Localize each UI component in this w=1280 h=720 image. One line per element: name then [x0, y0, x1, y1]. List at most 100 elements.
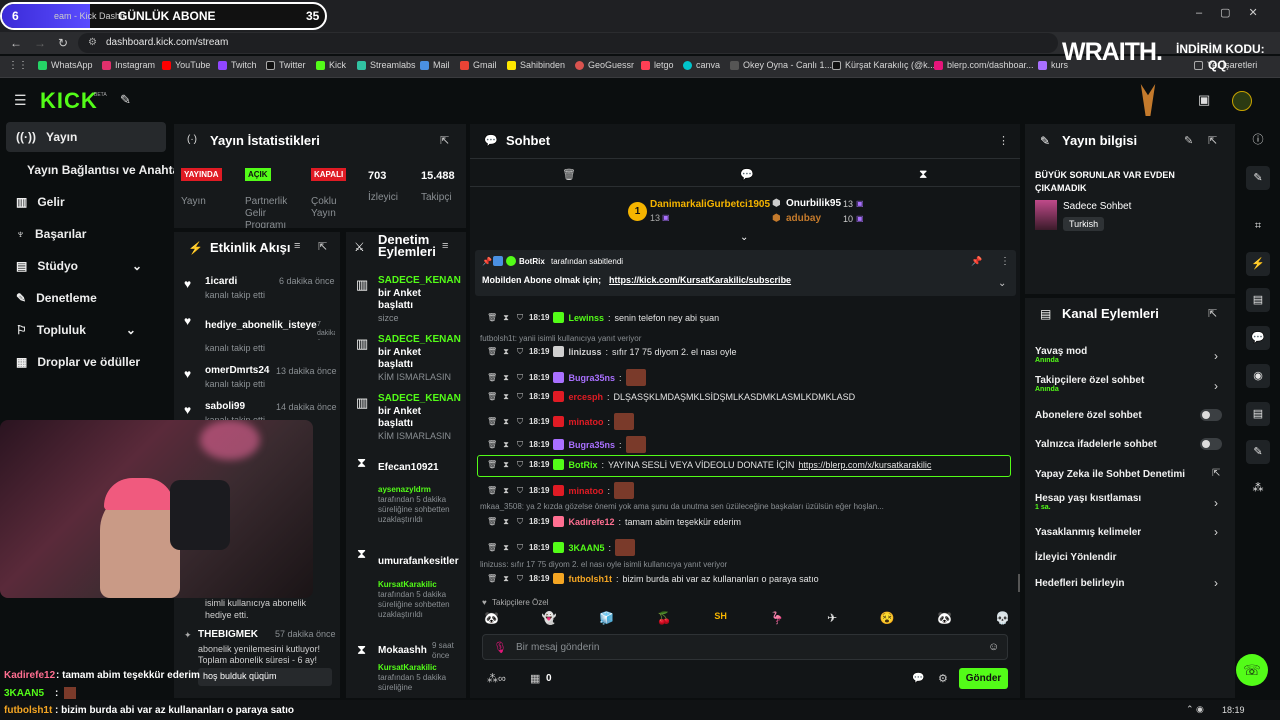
- store-icon[interactable]: ▦: [530, 672, 540, 685]
- message-user[interactable]: minatoo: [568, 486, 603, 496]
- raid-item[interactable]: İzleyici Yönlendir: [1035, 552, 1117, 563]
- emote-panda-icon[interactable]: 🐼: [484, 611, 499, 629]
- document-icon[interactable]: ▤: [1246, 288, 1270, 312]
- message-user[interactable]: linizuss: [568, 347, 601, 357]
- mod-user[interactable]: Mokaashh: [378, 645, 427, 656]
- mod-actor[interactable]: aysenazyldrm: [378, 485, 431, 494]
- crop-icon[interactable]: ⌗: [1246, 214, 1270, 238]
- goals-item[interactable]: Hedefleri belirleyin: [1035, 578, 1124, 589]
- mod-user[interactable]: umurafankesitler: [378, 556, 459, 567]
- user-avatar[interactable]: [1232, 91, 1252, 111]
- delete-icon[interactable]: 🗑: [487, 543, 497, 553]
- nav-item-studio[interactable]: ▤ Stüdyo ⌄: [16, 259, 142, 273]
- timeout-icon[interactable]: ⧗: [501, 574, 511, 584]
- timeout-icon[interactable]: ⧗: [501, 517, 511, 527]
- wrench-icon[interactable]: ✎: [1246, 440, 1270, 464]
- pinned-by-user[interactable]: BotRix: [519, 257, 545, 266]
- message-user[interactable]: Lewinss: [568, 313, 604, 323]
- feed-user[interactable]: 1icardi: [205, 276, 237, 287]
- emote-cube-icon[interactable]: 🧊: [599, 611, 614, 629]
- nav-item-stream[interactable]: ((·)) Yayın: [16, 130, 77, 144]
- emote-skull-icon[interactable]: 💀: [995, 611, 1010, 629]
- mod-user[interactable]: SADECE_KENAN: [378, 275, 461, 286]
- bookmark-letgo[interactable]: letgo: [641, 60, 674, 70]
- slow-mode-item[interactable]: Yavaş mod Anında: [1035, 346, 1087, 364]
- actions-icon[interactable]: ▤: [1246, 402, 1270, 426]
- feed-user[interactable]: THEBIGMEK: [198, 629, 258, 640]
- delete-icon[interactable]: 🗑: [487, 347, 497, 357]
- emote-sh-icon[interactable]: SH: [714, 611, 727, 629]
- message-user[interactable]: BotRix: [568, 460, 597, 470]
- bookmark-mail[interactable]: Mail: [420, 60, 450, 70]
- bookmark-blerp[interactable]: blerp.com/dashboar...: [934, 60, 1034, 70]
- feed-user[interactable]: omerDmrts24: [205, 365, 269, 376]
- delete-icon[interactable]: 🗑: [487, 417, 497, 427]
- message-link[interactable]: https://blerp.com/x/kursatkarakilic: [798, 460, 931, 470]
- timeout-icon[interactable]: ⧗: [501, 313, 511, 323]
- feed-user[interactable]: hediye_abonelik_isteyen: [205, 320, 317, 331]
- delete-icon[interactable]: 🗑: [487, 460, 497, 470]
- reload-icon[interactable]: ↻: [58, 36, 68, 50]
- bookmark-streamlabs[interactable]: Streamlabs: [357, 60, 416, 70]
- bookmark-whatsapp[interactable]: WhatsApp: [38, 60, 93, 70]
- nav-item-revenue[interactable]: ▥ Gelir: [16, 195, 65, 209]
- message-user[interactable]: futbolsh1t: [568, 574, 612, 584]
- timeout-icon[interactable]: ⧗: [501, 373, 511, 383]
- bookmark-instagram[interactable]: Instagram: [102, 60, 155, 70]
- pinned-link[interactable]: https://kick.com/KursatKarakilic/subscri…: [609, 275, 791, 285]
- message-user[interactable]: Bugra35ns: [568, 373, 615, 383]
- bolt-icon[interactable]: ⚡: [1246, 252, 1270, 276]
- message-user[interactable]: minatoo: [568, 417, 603, 427]
- timeout-icon[interactable]: ⧗: [501, 347, 511, 357]
- chevron-right-icon[interactable]: ›: [1214, 576, 1218, 590]
- url-field[interactable]: ⚙ dashboard.kick.com/stream: [78, 33, 1058, 53]
- chevron-right-icon[interactable]: ›: [1214, 496, 1218, 510]
- menu-icon[interactable]: ☰: [14, 92, 27, 109]
- external-link-icon[interactable]: ⇱: [1212, 468, 1220, 479]
- bookmark-tiktok[interactable]: Kürşat Karakılıç (@k...: [832, 60, 935, 70]
- popout-icon[interactable]: ⇱: [440, 134, 449, 147]
- bookmark-youtube[interactable]: YouTube: [162, 60, 210, 70]
- chevron-right-icon[interactable]: ›: [1214, 525, 1218, 539]
- bookmark-gmail[interactable]: Gmail: [460, 60, 497, 70]
- apps-icon[interactable]: ⋮⋮: [8, 60, 28, 71]
- mod-actor[interactable]: KursatKarakilic: [378, 663, 437, 672]
- mod-user[interactable]: SADECE_KENAN: [378, 393, 461, 404]
- nav-item-stream-key[interactable]: Yayın Bağlantısı ve Anahtarı: [27, 163, 187, 177]
- window-controls[interactable]: –▢✕: [1196, 6, 1276, 19]
- message-user[interactable]: Bugra35ns: [568, 440, 615, 450]
- gifter-name[interactable]: DanimarkaliGurbetci1905: [650, 199, 770, 210]
- chevron-right-icon[interactable]: ›: [1214, 349, 1218, 363]
- popout-icon[interactable]: ⇱: [1208, 134, 1217, 147]
- emote-ghost-icon[interactable]: 👻: [542, 611, 557, 629]
- delete-icon[interactable]: 🗑: [487, 517, 497, 527]
- emote-only-toggle[interactable]: [1200, 438, 1222, 450]
- emote-pink-icon[interactable]: 🦩: [770, 611, 785, 629]
- kick-logo[interactable]: KICK: [40, 88, 98, 114]
- delete-icon[interactable]: 🗑: [487, 392, 497, 402]
- more-icon[interactable]: ⋮: [1000, 256, 1010, 267]
- chat-settings-icon[interactable]: 💬: [912, 673, 924, 684]
- subscribers-only-toggle[interactable]: [1200, 409, 1222, 421]
- unpin-icon[interactable]: 📌: [971, 256, 982, 267]
- tools-icon[interactable]: ✎: [120, 92, 131, 108]
- chat-icon[interactable]: 💬: [1246, 326, 1270, 350]
- expand-icon[interactable]: ⌄: [740, 232, 748, 243]
- forward-icon[interactable]: →: [34, 36, 46, 50]
- pencil-icon[interactable]: ✎: [1246, 166, 1270, 190]
- bookmark-sahibinden[interactable]: Sahibinden: [507, 60, 565, 70]
- delete-icon[interactable]: 🗑: [487, 313, 497, 323]
- timeout-icon[interactable]: ⧗: [501, 392, 511, 402]
- more-icon[interactable]: ⋮: [998, 134, 1009, 147]
- popout-icon[interactable]: ⇱: [318, 240, 327, 253]
- bookmark-twitter[interactable]: Twitter: [266, 60, 306, 70]
- mod-user[interactable]: Efecan10921: [378, 462, 439, 473]
- info-icon[interactable]: ⓘ: [1246, 128, 1270, 152]
- nav-item-achievements[interactable]: ♆ Başarılar: [16, 227, 86, 241]
- delete-icon[interactable]: 🗑: [487, 486, 497, 496]
- account-age-item[interactable]: Hesap yaşı kısıtlaması 1 sa.: [1035, 493, 1141, 511]
- chevron-down-icon[interactable]: ⌄: [998, 278, 1006, 289]
- delete-icon[interactable]: 🗑: [487, 440, 497, 450]
- message-user[interactable]: Kadirefe12: [568, 517, 614, 527]
- bookmark-twitch[interactable]: Twitch: [218, 60, 257, 70]
